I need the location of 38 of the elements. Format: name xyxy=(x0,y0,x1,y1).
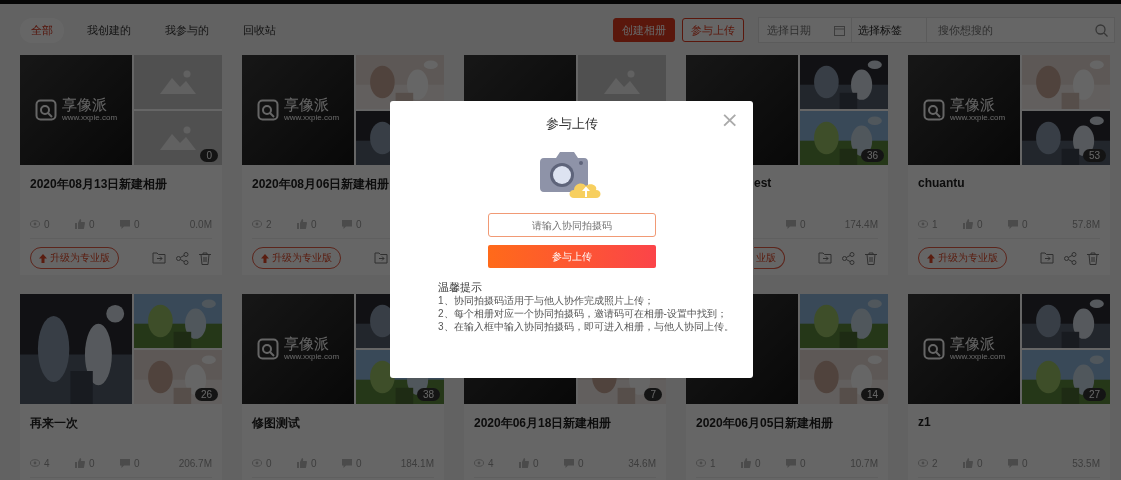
album-title: 修图测试 xyxy=(252,415,301,432)
album-title: 2020年06月05日新建相册 xyxy=(696,415,835,432)
upgrade-button[interactable]: 业版 xyxy=(754,247,785,269)
close-button[interactable]: × xyxy=(718,109,741,131)
album-title: 2020年06月18日新建相册 xyxy=(474,415,613,432)
album-title: est xyxy=(753,176,773,192)
filter-tab[interactable]: 回收站 xyxy=(232,17,287,43)
filter-tab[interactable]: 我创建的 xyxy=(76,17,142,43)
logo-url: www.xxpie.com xyxy=(283,352,340,362)
code-field[interactable]: 请输入协同拍摄码 xyxy=(487,213,656,237)
upgrade-button[interactable]: 升级为专业版 xyxy=(252,247,341,269)
logo-url: www.xxpie.com xyxy=(283,113,340,123)
album-title: z1 xyxy=(918,415,932,431)
create-album-button[interactable]: 创建相册 xyxy=(613,18,675,42)
tip-line: 3、在输入框中输入协同拍摄码，即可进入相册，与他人协同上传。 xyxy=(438,320,735,333)
logo-url: www.xxpie.com xyxy=(61,113,118,123)
logo-name: 享像派 xyxy=(949,336,996,352)
dialog-title: 参与上传 xyxy=(545,115,598,133)
logo-name: 享像派 xyxy=(949,97,996,113)
tip-line: 2、每个相册对应一个协同拍摄码，邀请码可在相册-设置中找到； xyxy=(438,307,728,320)
logo-url: www.xxpie.com xyxy=(949,113,1006,123)
logo-name: 享像派 xyxy=(283,97,330,113)
album-title: 2020年08月13日新建相册 xyxy=(30,176,169,193)
album-title: 再来一次 xyxy=(30,415,79,432)
logo-url: www.xxpie.com xyxy=(949,352,1006,362)
upgrade-button[interactable]: 升级为专业版 xyxy=(30,247,119,269)
filter-tab[interactable]: 全部 xyxy=(20,17,64,43)
upgrade-button[interactable]: 升级为专业版 xyxy=(918,247,1007,269)
tag-select[interactable]: 选择标签 xyxy=(852,18,926,42)
album-title: 2020年08月06日新建相册 xyxy=(252,176,391,193)
join-upload-button[interactable]: 参与上传 xyxy=(682,18,744,42)
join-upload-submit-button[interactable]: 参与上传 xyxy=(487,245,656,268)
logo-name: 享像派 xyxy=(283,336,330,352)
filter-tab[interactable]: 我参与的 xyxy=(154,17,220,43)
tips-heading: 温馨提示 xyxy=(438,280,483,294)
tip-line: 1、协同拍摄码适用于与他人协作完成照片上传； xyxy=(438,294,655,307)
album-title: chuantu xyxy=(918,176,966,192)
logo-name: 享像派 xyxy=(61,97,108,113)
